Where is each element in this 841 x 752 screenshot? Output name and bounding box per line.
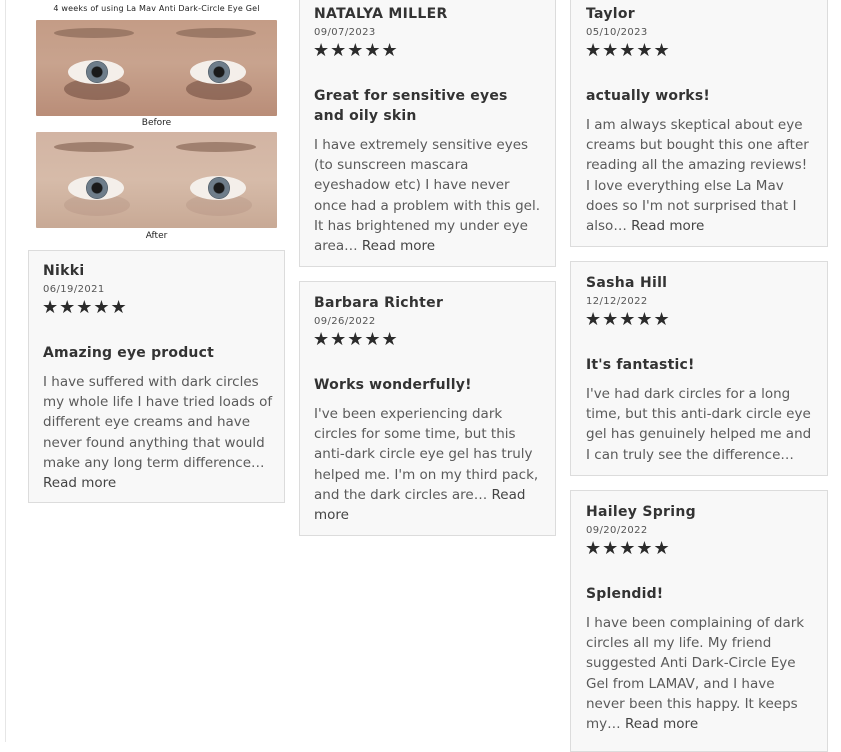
review-date: 09/20/2022 — [586, 525, 648, 536]
review-date: 09/26/2022 — [314, 316, 376, 327]
page-left-border — [5, 0, 6, 742]
review-card-taylor: Taylor 05/10/2023 ★★★★★ actually works! … — [570, 0, 828, 247]
review-title: Splendid! — [586, 586, 664, 602]
review-body: I have been complaining of dark circles … — [586, 613, 816, 734]
review-card-nikki: Nikki 06/19/2021 ★★★★★ Amazing eye produ… — [28, 250, 285, 503]
after-photo — [36, 132, 277, 228]
review-title: Amazing eye product — [43, 345, 214, 361]
review-text: I have been complaining of dark circles … — [586, 615, 805, 733]
before-photo — [36, 20, 277, 116]
review-body: I have extremely sensitive eyes (to suns… — [314, 135, 546, 256]
read-more-link[interactable]: Read more — [362, 238, 435, 254]
read-more-link[interactable]: Read more — [625, 716, 698, 732]
review-card-sasha-hill: Sasha Hill 12/12/2022 ★★★★★ It's fantast… — [570, 261, 828, 476]
star-rating: ★★★★★ — [313, 329, 399, 350]
review-body: I have suffered with dark circles my who… — [43, 372, 273, 493]
review-body: I've been experiencing dark circles for … — [314, 404, 544, 525]
review-card-barbara-richter: Barbara Richter 09/26/2022 ★★★★★ Works w… — [299, 281, 556, 536]
review-date: 05/10/2023 — [586, 27, 648, 38]
review-text: I am always skeptical about eye creams b… — [586, 117, 809, 235]
star-rating: ★★★★★ — [585, 309, 671, 330]
review-text: I've had dark circles for a long time, b… — [586, 386, 812, 463]
read-more-link[interactable]: Read more — [631, 218, 704, 234]
image-header-text: 4 weeks of using La Mav Anti Dark-Circle… — [53, 4, 260, 13]
review-title: It's fantastic! — [586, 357, 695, 373]
review-title: Works wonderfully! — [314, 377, 472, 393]
reviewer-name: Nikki — [43, 263, 85, 279]
reviewer-name: Barbara Richter — [314, 295, 444, 311]
review-date: 06/19/2021 — [43, 284, 105, 295]
after-label: After — [145, 231, 168, 241]
review-date: 12/12/2022 — [586, 296, 648, 307]
before-label: Before — [141, 118, 172, 128]
review-card-hailey-spring: Hailey Spring 09/20/2022 ★★★★★ Splendid!… — [570, 490, 828, 752]
reviewer-name: Sasha Hill — [586, 275, 668, 291]
star-rating: ★★★★★ — [42, 297, 128, 318]
review-title: actually works! — [586, 88, 710, 104]
reviewer-name: Hailey Spring — [586, 504, 696, 520]
review-body: I've had dark circles for a long time, b… — [586, 384, 816, 465]
read-more-link[interactable]: Read more — [43, 475, 116, 491]
review-title: Great for sensitive eyes and oily skin — [314, 88, 508, 124]
reviewer-name: NATALYA MILLER — [314, 6, 448, 22]
star-rating: ★★★★★ — [585, 40, 671, 61]
star-rating: ★★★★★ — [585, 538, 671, 559]
review-body: I am always skeptical about eye creams b… — [586, 115, 814, 236]
star-rating: ★★★★★ — [313, 40, 399, 61]
review-date: 09/07/2023 — [314, 27, 376, 38]
review-text: I have suffered with dark circles my who… — [43, 374, 273, 471]
review-text: I have extremely sensitive eyes (to suns… — [314, 137, 541, 255]
before-after-image-card[interactable]: 4 weeks of using La Mav Anti Dark-Circle… — [28, 0, 285, 250]
review-card-natalya-miller: NATALYA MILLER 09/07/2023 ★★★★★ Great fo… — [299, 0, 556, 267]
reviewer-name: Taylor — [586, 6, 636, 22]
